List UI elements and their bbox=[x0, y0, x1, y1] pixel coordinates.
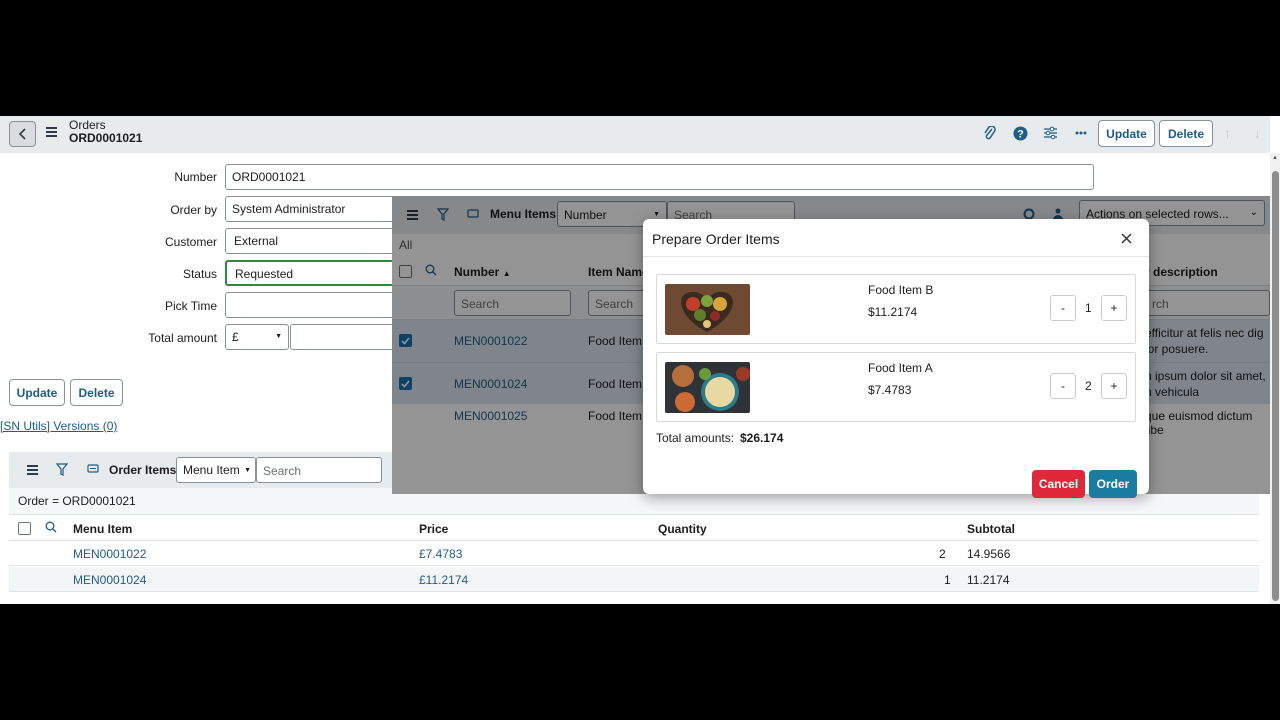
modal-title: Prepare Order Items bbox=[652, 231, 780, 247]
close-icon[interactable] bbox=[1121, 233, 1132, 244]
orderby-field[interactable]: System Administrator bbox=[225, 196, 405, 222]
table-row: MEN0001022 £7.4783 2 14.9566 bbox=[9, 541, 1259, 566]
order-items-search-input[interactable]: Search bbox=[256, 457, 382, 483]
table-name: Orders bbox=[69, 118, 106, 132]
scroll-up-arrow-icon[interactable]: ▲ bbox=[1272, 155, 1278, 161]
picktime-label: Pick Time bbox=[164, 299, 217, 313]
record-number: ORD0001021 bbox=[69, 131, 143, 145]
status-label: Status bbox=[182, 267, 217, 281]
col-menu-item[interactable]: Menu Item bbox=[73, 522, 132, 536]
total-amounts-value: $26.174 bbox=[740, 431, 784, 445]
row-quantity: 2 bbox=[939, 547, 946, 561]
item-name: Food Item B bbox=[868, 283, 934, 297]
total-amounts-label: Total amounts: bbox=[656, 431, 735, 445]
modal-divider bbox=[643, 256, 1149, 257]
food-item-b-image bbox=[665, 284, 750, 335]
paperclip-icon[interactable] bbox=[983, 126, 997, 142]
order-items-title: Order Items bbox=[109, 463, 177, 477]
currency-select[interactable]: £ ▼ bbox=[225, 324, 289, 350]
cancel-button[interactable]: Cancel bbox=[1032, 470, 1085, 498]
order-item-card: Food Item A $7.4783 - 2 + bbox=[656, 352, 1136, 422]
form-delete-button[interactable]: Delete bbox=[70, 379, 123, 406]
caret-down-icon: ▼ bbox=[244, 467, 251, 474]
list-menu-icon[interactable] bbox=[27, 465, 38, 475]
item-quantity: 1 bbox=[1085, 301, 1092, 315]
food-item-a-image bbox=[665, 362, 750, 413]
select-all-checkbox[interactable] bbox=[18, 522, 31, 535]
search-icon[interactable] bbox=[45, 521, 57, 533]
context-menu-icon[interactable] bbox=[46, 127, 57, 137]
col-quantity[interactable]: Quantity bbox=[658, 522, 707, 536]
row-subtotal: 11.2174 bbox=[967, 573, 1010, 587]
picktime-field[interactable] bbox=[225, 292, 405, 318]
currency-value: £ bbox=[232, 330, 239, 344]
page-title: Orders ORD0001021 bbox=[69, 119, 142, 145]
header-update-button[interactable]: Update bbox=[1098, 120, 1155, 147]
decrease-qty-button[interactable]: - bbox=[1050, 295, 1076, 321]
field-select-value: Menu Item bbox=[183, 463, 240, 477]
header-delete-button[interactable]: Delete bbox=[1159, 120, 1213, 147]
item-price: $7.4783 bbox=[868, 383, 912, 397]
number-label: Number bbox=[174, 170, 217, 184]
settings-sliders-icon[interactable] bbox=[1043, 126, 1058, 140]
chat-icon[interactable] bbox=[87, 464, 99, 475]
item-quantity: 2 bbox=[1085, 379, 1092, 393]
row-menu-item-link[interactable]: MEN0001022 bbox=[73, 547, 146, 561]
order-item-card: Food Item B $11.2174 - 1 + bbox=[656, 274, 1136, 344]
form-header: Orders ORD0001021 ? Update Delete ↑ ↓ bbox=[0, 116, 1270, 153]
row-subtotal: 14.9566 bbox=[967, 547, 1011, 561]
filter-icon[interactable] bbox=[56, 463, 68, 476]
caret-down-icon: ▼ bbox=[275, 333, 282, 340]
customer-field[interactable]: External bbox=[225, 228, 405, 254]
increase-qty-button[interactable]: + bbox=[1101, 373, 1127, 399]
col-subtotal[interactable]: Subtotal bbox=[967, 522, 1015, 536]
order-items-header-row: Menu Item Price Quantity Subtotal bbox=[9, 515, 1259, 541]
vertical-scrollbar[interactable]: ▲ bbox=[1270, 153, 1280, 604]
total-amount-field[interactable] bbox=[290, 324, 405, 350]
table-row: MEN0001024 £11.2174 1 11.2174 bbox=[9, 567, 1259, 592]
row-price-link[interactable]: £11.2174 bbox=[419, 573, 468, 587]
more-options-icon[interactable] bbox=[1075, 131, 1087, 135]
increase-qty-button[interactable]: + bbox=[1101, 295, 1127, 321]
item-price: $11.2174 bbox=[868, 305, 918, 319]
status-field[interactable]: Requested bbox=[225, 260, 405, 286]
chevron-left-icon bbox=[18, 128, 26, 140]
filter-text[interactable]: Order = ORD0001021 bbox=[18, 494, 136, 508]
total-amount-label: Total amount bbox=[148, 331, 217, 345]
decrease-qty-button[interactable]: - bbox=[1050, 373, 1076, 399]
item-name: Food Item A bbox=[868, 361, 933, 375]
arrow-up-icon[interactable]: ↑ bbox=[1224, 125, 1231, 141]
form-update-button[interactable]: Update bbox=[9, 379, 65, 406]
row-price-link[interactable]: £7.4783 bbox=[419, 547, 462, 561]
svg-text:?: ? bbox=[1017, 129, 1024, 141]
scrollbar-thumb[interactable] bbox=[1272, 171, 1279, 601]
orderby-label: Order by bbox=[170, 203, 217, 217]
back-button[interactable] bbox=[9, 121, 36, 147]
prepare-order-items-modal: Prepare Order Items Food Item B $11.2174… bbox=[643, 219, 1149, 498]
col-price[interactable]: Price bbox=[419, 522, 448, 536]
row-menu-item-link[interactable]: MEN0001024 bbox=[73, 573, 146, 587]
arrow-down-icon[interactable]: ↓ bbox=[1254, 125, 1261, 141]
order-items-field-select[interactable]: Menu Item ▼ bbox=[176, 457, 256, 483]
viewport: Orders ORD0001021 ? Update Delete ↑ ↓ Nu… bbox=[0, 116, 1280, 604]
number-field[interactable]: ORD0001021 bbox=[225, 164, 1094, 190]
order-button[interactable]: Order bbox=[1089, 470, 1137, 498]
help-icon[interactable]: ? bbox=[1013, 126, 1028, 141]
row-quantity: 1 bbox=[944, 573, 951, 587]
customer-label: Customer bbox=[164, 235, 217, 249]
versions-link[interactable]: [SN Utils] Versions (0) bbox=[0, 419, 117, 433]
